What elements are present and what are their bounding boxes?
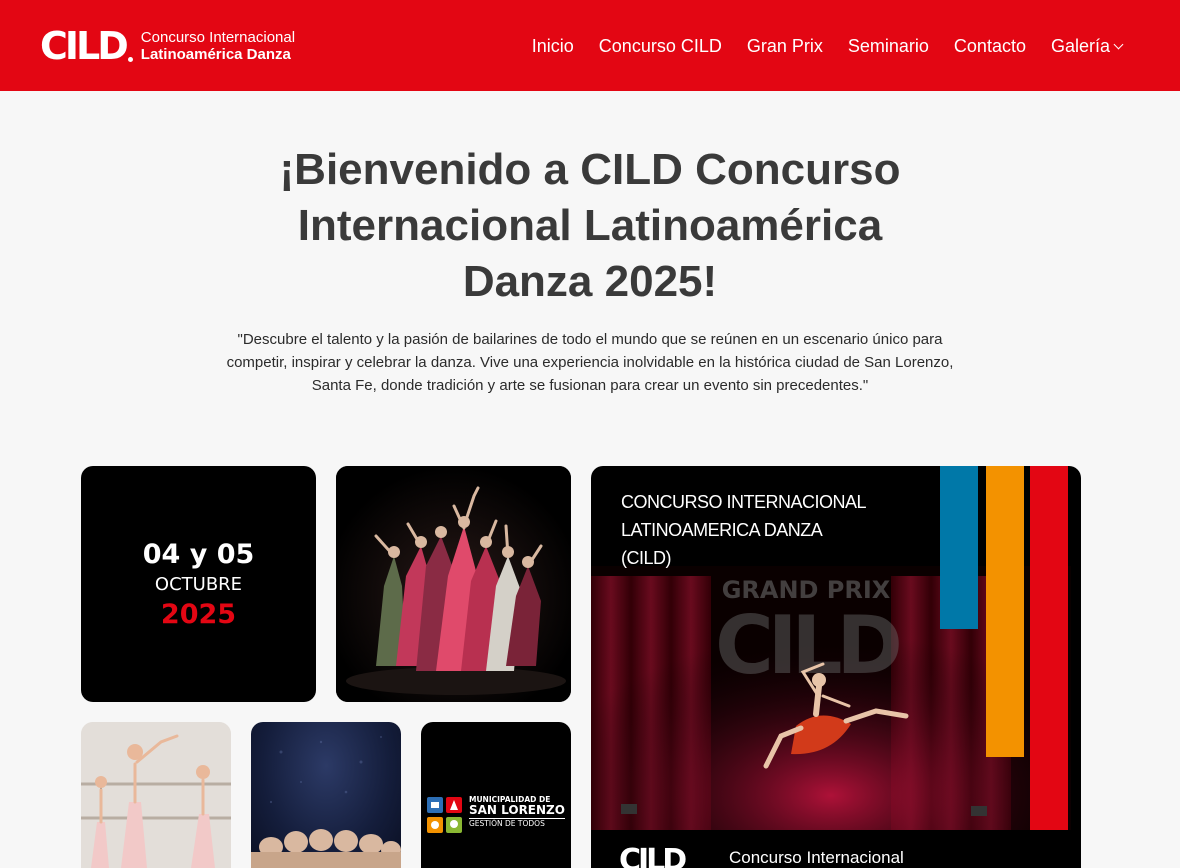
nav-galeria[interactable]: Galería (1050, 36, 1124, 57)
nav-seminario[interactable]: Seminario (848, 36, 929, 57)
poster-footer-logo: CILD (619, 843, 687, 868)
logo-text: Concurso Internacional Latinoamérica Dan… (141, 29, 295, 64)
event-year: 2025 (160, 598, 237, 630)
logo-line1: Concurso Internacional (140, 28, 296, 46)
poster-title: CONCURSO INTERNACIONAL LATINOAMERICA DAN… (621, 488, 867, 572)
nav-concurso-cild[interactable]: Concurso CILD (599, 36, 722, 57)
poster-title-line1: CONCURSO INTERNACIONAL (621, 492, 867, 512)
ensemble-illustration (251, 736, 401, 868)
dancers-illustration (336, 466, 571, 702)
municipality-line3: GESTIÓN DE TODOS (469, 818, 565, 828)
poster-footer-text: Concurso Internacional (729, 848, 904, 867)
hero-title: ¡Bienvenido a CILD Concurso Internaciona… (279, 145, 901, 306)
event-month: OCTUBRE (154, 573, 243, 595)
municipality-text: MUNICIPALIDAD DE SAN LORENZO GESTIÓN DE … (469, 796, 565, 828)
event-days: 04 y 05 (142, 538, 255, 570)
site-header: CILD Concurso Internacional Latinoaméric… (0, 0, 1180, 91)
municipality-icons (427, 797, 462, 833)
ballet-illustration (81, 722, 231, 868)
poster-footer: CILD Concurso Internacional (591, 830, 1071, 868)
dancers-photo[interactable] (336, 466, 571, 702)
nav-gran-prix[interactable]: Gran Prix (747, 36, 823, 57)
hero-description: "Descubre el talento y la pasión de bail… (226, 331, 954, 394)
logo-line2: Latinoamérica Danza (140, 46, 291, 63)
logo-dot (127, 56, 133, 62)
municipality-line2: SAN LORENZO (469, 802, 565, 817)
municipality-sponsor[interactable]: MUNICIPALIDAD DE SAN LORENZO GESTIÓN DE … (421, 722, 571, 868)
chevron-down-icon (1113, 39, 1124, 50)
event-date-tile: 04 y 05 OCTUBRE 2025 (81, 466, 316, 702)
poster-title-line2: LATINOAMERICA DANZA (621, 520, 823, 540)
grand-prix-poster[interactable]: GRAND PRIX CILD CONCURSO INTERNACIONAL L… (591, 466, 1081, 868)
nav-inicio[interactable]: Inicio (532, 36, 574, 57)
nav-contacto[interactable]: Contacto (954, 36, 1026, 57)
logo-mark: CILD (40, 24, 129, 68)
ballet-class-photo[interactable] (81, 722, 231, 868)
site-logo[interactable]: CILD Concurso Internacional Latinoaméric… (40, 26, 295, 66)
nav-galeria-label: Galería (1050, 36, 1110, 56)
poster-title-line3: (CILD) (621, 548, 672, 568)
ensemble-photo[interactable] (251, 722, 401, 868)
main-nav: Inicio Concurso CILD Gran Prix Seminario… (532, 36, 1124, 57)
